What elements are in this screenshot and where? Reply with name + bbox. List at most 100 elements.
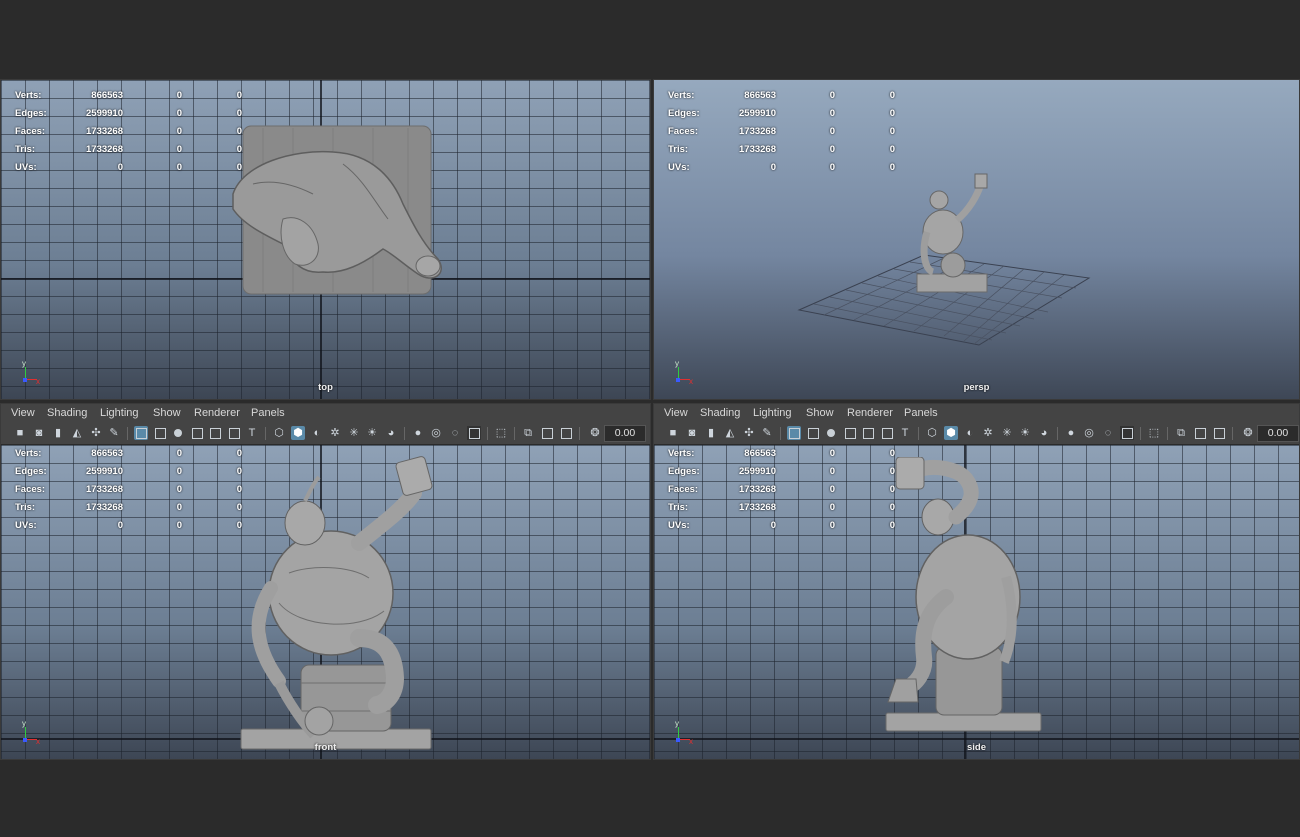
shadows-icon[interactable]: ☀ [1018,426,1032,440]
xray-joints-icon[interactable]: ⧉ [521,426,535,440]
xray-active-icon[interactable] [1193,426,1207,440]
menu-panels[interactable]: Panels [251,407,285,419]
menu-lighting[interactable]: Lighting [753,407,792,419]
screen-space-ao-icon[interactable]: ◕ [1037,426,1051,440]
camera-icon[interactable]: ■ [666,426,680,440]
shadows-icon[interactable]: ☀ [365,426,379,440]
hud-value: 0 [176,107,182,119]
use-all-lights-icon[interactable]: ✳ [347,426,361,440]
exposure-field[interactable]: 0.00 [1257,425,1299,442]
menu-renderer[interactable]: Renderer [847,407,893,419]
menu-shading[interactable]: Shading [700,407,740,419]
hud-label: UVs: [15,162,37,174]
menu-show[interactable]: Show [153,407,181,419]
resolution-gate-icon[interactable] [824,426,838,440]
image-plane-icon[interactable]: ◭ [70,426,84,440]
hud-value: 0 [236,520,242,532]
grease-pencil-icon[interactable]: ✎ [107,426,121,440]
isolate-select-icon[interactable] [1120,426,1134,440]
backface-culling-icon[interactable] [559,426,573,440]
film-gate-icon[interactable] [806,426,820,440]
field-chart-icon[interactable] [208,426,222,440]
wireframe-icon[interactable]: ⬡ [925,426,939,440]
menu-lighting[interactable]: Lighting [100,407,139,419]
model-persp-view[interactable] [909,172,1004,302]
motion-blur-icon[interactable]: ● [411,426,425,440]
hud-value: 0 [236,125,242,137]
model-top-view[interactable] [223,124,453,300]
2d-pan-zoom-icon[interactable]: ✣ [89,426,103,440]
grid-icon[interactable] [787,426,801,440]
panel-menu-bar: View Shading Lighting Show Renderer Pane… [654,404,1299,423]
hud-value: 0 [176,162,182,174]
bookmark-icon[interactable]: ▮ [704,426,718,440]
menu-panels[interactable]: Panels [904,407,938,419]
hud-value: 1733268 [86,483,123,495]
textured-icon[interactable]: ✲ [981,426,995,440]
xray-active-icon[interactable] [540,426,554,440]
wireframe-on-shaded-icon[interactable]: ◐ [963,426,977,440]
hud-value: 0 [176,447,182,459]
safe-action-icon[interactable] [880,426,894,440]
smooth-shade-icon[interactable]: ⬢ [944,426,958,440]
film-gate-icon[interactable] [153,426,167,440]
depth-of-field-icon[interactable]: ◌ [1101,426,1115,440]
wireframe-icon[interactable]: ⬡ [272,426,286,440]
multisample-aa-icon[interactable]: ◎ [429,426,443,440]
menu-shading[interactable]: Shading [47,407,87,419]
hud-value: 866563 [744,447,776,459]
xray-joints-icon[interactable]: ⧉ [1174,426,1188,440]
use-all-lights-icon[interactable]: ✳ [1000,426,1014,440]
camera-attributes-icon[interactable]: ◙ [685,426,699,440]
camera-attributes-icon[interactable]: ◙ [32,426,46,440]
menu-view[interactable]: View [11,407,35,419]
viewport-side[interactable]: View Shading Lighting Show Renderer Pane… [653,403,1300,760]
wireframe-on-shaded-icon[interactable]: ◐ [310,426,324,440]
multisample-aa-icon[interactable]: ◎ [1082,426,1096,440]
2d-pan-zoom-icon[interactable]: ✣ [742,426,756,440]
viewport-front[interactable]: View Shading Lighting Show Renderer Pane… [0,403,651,760]
exposure-field[interactable]: 0.00 [604,425,646,442]
exposure-icon[interactable]: ❂ [588,426,602,440]
gate-mask-icon[interactable] [843,426,857,440]
grease-pencil-icon[interactable]: ✎ [760,426,774,440]
panel-toolbar: ■ ◙ ▮ ◭ ✣ ✎ T ⬡ ⬢ ◐ ✲ ✳ ☀ ◕ ● ◎ ◌ ⬚ ⧉ ❂ … [1,423,650,445]
axis-gizmo-icon: y x [668,715,698,746]
hud-label: Tris: [668,502,689,514]
textured-icon[interactable]: ✲ [328,426,342,440]
exposure-icon[interactable]: ❂ [1241,426,1255,440]
menu-view[interactable]: View [664,407,688,419]
isolate-select-icon[interactable] [467,426,481,440]
screen-space-ao-icon[interactable]: ◕ [384,426,398,440]
field-chart-icon[interactable] [861,426,875,440]
hud-value: 0 [889,125,895,137]
hud-label: Verts: [668,89,695,101]
smooth-shade-icon[interactable]: ⬢ [291,426,305,440]
model-side-view[interactable] [876,457,1051,739]
safe-action-icon[interactable] [227,426,241,440]
gate-mask-icon[interactable] [190,426,204,440]
depth-of-field-icon[interactable]: ◌ [448,426,462,440]
camera-icon[interactable]: ■ [13,426,27,440]
grid-icon[interactable] [134,426,148,440]
viewport-persp[interactable]: Verts: 866563 0 0 Edges: 2599910 0 0 Faces: 173… [653,79,1300,400]
hud-label: UVs: [668,520,690,532]
safe-title-icon[interactable]: T [898,426,912,440]
hud-value: 1733268 [739,483,776,495]
model-front-view[interactable] [219,453,451,751]
safe-title-icon[interactable]: T [245,426,259,440]
image-plane-icon[interactable]: ◭ [723,426,737,440]
menu-show[interactable]: Show [806,407,834,419]
motion-blur-icon[interactable]: ● [1064,426,1078,440]
xray-icon[interactable]: ⬚ [1147,426,1161,440]
xray-icon[interactable]: ⬚ [494,426,508,440]
bookmark-icon[interactable]: ▮ [51,426,65,440]
hud-row-edges: Edges: 2599910 0 0 [15,104,242,122]
backface-culling-icon[interactable] [1212,426,1226,440]
viewport-top[interactable]: Verts: 866563 0 0 Edges: 2599910 0 0 Faces: 173… [0,79,651,400]
hud-value: 0 [236,144,242,156]
resolution-gate-icon[interactable] [171,426,185,440]
hud-row-verts: Verts: 866563 0 0 [15,444,242,462]
menu-renderer[interactable]: Renderer [194,407,240,419]
poly-count-hud: Verts: 866563 0 0 Edges: 2599910 0 0 Faces: 173… [15,86,242,177]
